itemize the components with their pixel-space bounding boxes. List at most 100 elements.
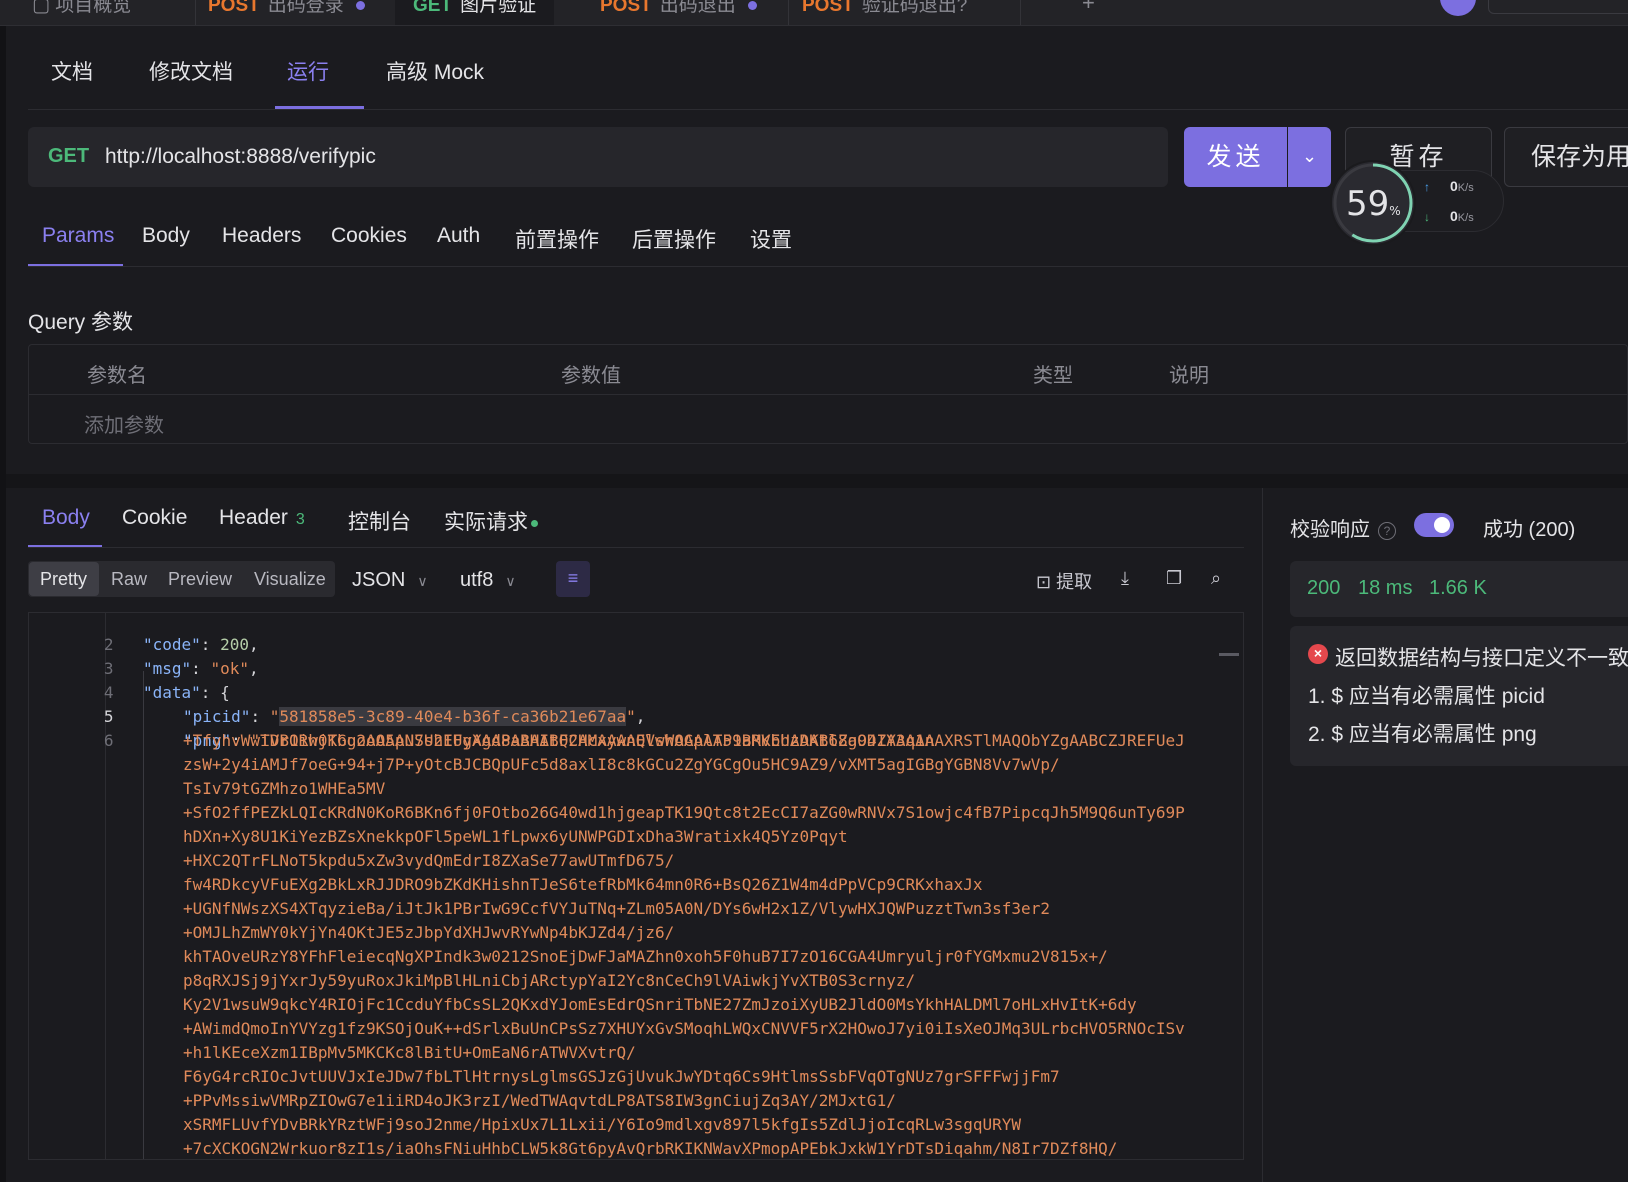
divider — [29, 394, 1628, 395]
code-line: 2 "code": 200, — [29, 613, 259, 654]
view-preview[interactable]: Preview — [168, 569, 232, 590]
tab-actual-request[interactable]: 实际请求 — [444, 506, 538, 536]
tab-post-login[interactable]: POST 出码登录 — [208, 0, 365, 25]
upload-value: 0 — [1450, 178, 1458, 194]
unsaved-dot — [747, 1, 757, 11]
tab-edit-docs[interactable]: 修改文档 — [149, 56, 233, 86]
extract-label: 提取 — [1056, 572, 1093, 592]
divider — [28, 266, 1628, 267]
error-icon: × — [1308, 644, 1328, 664]
save-as-case-button[interactable]: 保存为用例 — [1504, 127, 1628, 187]
tab-post-script[interactable]: 后置操作 — [632, 224, 716, 254]
view-pretty[interactable]: Pretty — [40, 569, 87, 590]
environment-select[interactable] — [1488, 0, 1628, 14]
tab-label: 验证码退出? — [861, 0, 968, 16]
encoding-select[interactable]: utf8 ∨ — [460, 569, 516, 592]
code-wrap-line: +HXC2QTrFLNoT5kpdu5xZw3vydQmEdrI8ZXaSe77… — [183, 851, 675, 870]
code-line: 4 "data": { — [29, 657, 230, 702]
tab-body[interactable]: Body — [142, 224, 190, 248]
extract-button[interactable]: ⊡ 提取 — [1036, 568, 1092, 594]
validate-response-label: 校验响应? — [1290, 513, 1396, 542]
tab-headers[interactable]: Headers — [222, 224, 301, 248]
toggle-knob — [1434, 517, 1450, 533]
add-tab-icon[interactable]: + — [1082, 0, 1095, 16]
divider — [28, 109, 1628, 110]
network-speed-widget: 59% ↑ 0K/s ↓ 0K/s — [1330, 160, 1504, 246]
code-wrap-line: +7cXCKOGN2Wrkuor8zI1s/iaOhsFNiuHhbCLW5k8… — [183, 1139, 1118, 1158]
view-visualize[interactable]: Visualize — [254, 569, 326, 590]
tab-label: Header — [219, 506, 288, 529]
divider — [28, 547, 1244, 548]
tab-separator — [195, 0, 196, 25]
panel-divider[interactable] — [1262, 488, 1263, 1182]
code-wrap-line: hDXn+Xy8U1KiYezBZsXnekkpOFl5peWL1fLpwx6y… — [183, 827, 848, 846]
scrollbar-thumb[interactable] — [1219, 653, 1239, 656]
col-description: 说明 — [1169, 365, 1209, 387]
tab-project-overview[interactable]: ▢ 项目概览 — [32, 0, 131, 25]
code-wrap-line: zsW+2y4iAMJf7oeG+94+j7P+yOtcBJCBQpUFc5d8… — [183, 755, 1060, 774]
usage-percent: 59% — [1346, 184, 1401, 224]
percent-unit: % — [1389, 204, 1401, 218]
tab-auth[interactable]: Auth — [437, 224, 480, 248]
header-count-badge: 3 — [295, 511, 305, 528]
tab-advanced-mock[interactable]: 高级 Mock — [386, 56, 484, 86]
format-select[interactable]: JSON ∨ — [352, 569, 428, 592]
send-button[interactable]: 发送 — [1184, 127, 1287, 187]
view-mode-segmented: Pretty Raw Preview Visualize — [28, 561, 335, 597]
send-dropdown-button[interactable]: ⌄ — [1288, 127, 1331, 187]
tab-response-header[interactable]: Header 3 — [219, 506, 305, 530]
download-value: 0 — [1450, 208, 1458, 224]
validation-status[interactable]: 成功 (200) — [1483, 513, 1575, 542]
code-wrap-line: +AWimdQmoInYVYzg1fz9KSOjOuK++dSrlxBuUnCP… — [183, 1019, 1185, 1038]
response-size: 1.66 K — [1429, 577, 1487, 599]
tab-params[interactable]: Params — [42, 224, 114, 248]
line-number: 6 — [103, 731, 114, 750]
chevron-down-icon: ∨ — [417, 573, 428, 589]
tab-run[interactable]: 运行 — [287, 56, 329, 86]
tab-post-captcha-logout[interactable]: POST 验证码退出? — [802, 0, 968, 25]
word-wrap-toggle[interactable]: ≡ — [556, 561, 590, 597]
project-icon: ▢ — [32, 0, 56, 16]
query-params-title: Query 参数 — [28, 311, 134, 334]
search-icon[interactable]: ⌕ — [1211, 568, 1221, 589]
tab-settings[interactable]: 设置 — [750, 224, 792, 254]
tab-console[interactable]: 控制台 — [348, 506, 411, 536]
add-param-input[interactable]: 添加参数 — [84, 409, 164, 438]
validate-response-toggle[interactable] — [1414, 513, 1454, 537]
code-wrap-line: fw4RDkcyVFuEXg2BkLxRJJDRO9bZKdKHishnTJeS… — [183, 875, 983, 894]
tab-docs[interactable]: 文档 — [51, 56, 93, 86]
encoding-value: utf8 — [460, 569, 494, 591]
code-wrap-line: Ky2V1wsuW9qkcY4RIOjFc1CcduYfbCsSL2QKxdYJ… — [183, 995, 1137, 1014]
format-value: JSON — [352, 569, 406, 591]
code-line: 3 "msg": "ok", — [29, 633, 259, 678]
tab-get-verifypic[interactable]: GET 图片验证 — [395, 0, 555, 25]
method-select[interactable]: GET — [48, 145, 89, 168]
error-item: 1. $ 应当有必需属性 picid — [1308, 685, 1545, 708]
tab-separator — [1020, 0, 1021, 25]
json-key: "picid" — [183, 707, 251, 726]
code-wrap-line: +SfO2ffPEZkLQIcKRdN0KoR6BKn6fj0FOtbo26G4… — [183, 803, 1185, 822]
url-input[interactable]: http://localhost:8888/verifypic — [105, 145, 376, 169]
status-dot — [531, 519, 538, 527]
arrow-up-icon: ↑ — [1424, 180, 1430, 194]
code-wrap-line: +h1lKEceXzm1IBpMv5MKCKc8lBitU+OmEaN6rATW… — [183, 1043, 636, 1062]
avatar[interactable] — [1440, 0, 1476, 16]
json-string: "ok" — [210, 659, 249, 678]
tab-response-cookie[interactable]: Cookie — [122, 506, 187, 530]
arrow-down-icon: ↓ — [1424, 210, 1430, 224]
url-bar[interactable]: GET http://localhost:8888/verifypic — [28, 127, 1168, 187]
help-icon[interactable]: ? — [1378, 521, 1396, 540]
tab-response-body[interactable]: Body — [42, 506, 90, 530]
tab-pre-script[interactable]: 前置操作 — [515, 224, 599, 254]
view-raw[interactable]: Raw — [111, 569, 147, 590]
response-code-view[interactable]: 2 "code": 200, 3 "msg": "ok", 4 "data": { 5… — [28, 612, 1244, 1160]
chevron-down-icon: ∨ — [505, 573, 516, 589]
unsaved-dot — [355, 1, 365, 11]
copy-icon[interactable]: ❐ — [1166, 568, 1182, 589]
tab-post-logout[interactable]: POST 出码退出 — [600, 0, 757, 25]
section-splitter[interactable] — [6, 474, 1628, 488]
code-wrap-line: F6yG4rcRIOcJvtUUVJxIeJDw7fbLTlHtrnysLglm… — [183, 1067, 1060, 1086]
download-icon[interactable]: ⤓ — [1121, 568, 1129, 589]
tab-cookies[interactable]: Cookies — [331, 224, 407, 248]
status-code: 200 — [1307, 577, 1341, 599]
